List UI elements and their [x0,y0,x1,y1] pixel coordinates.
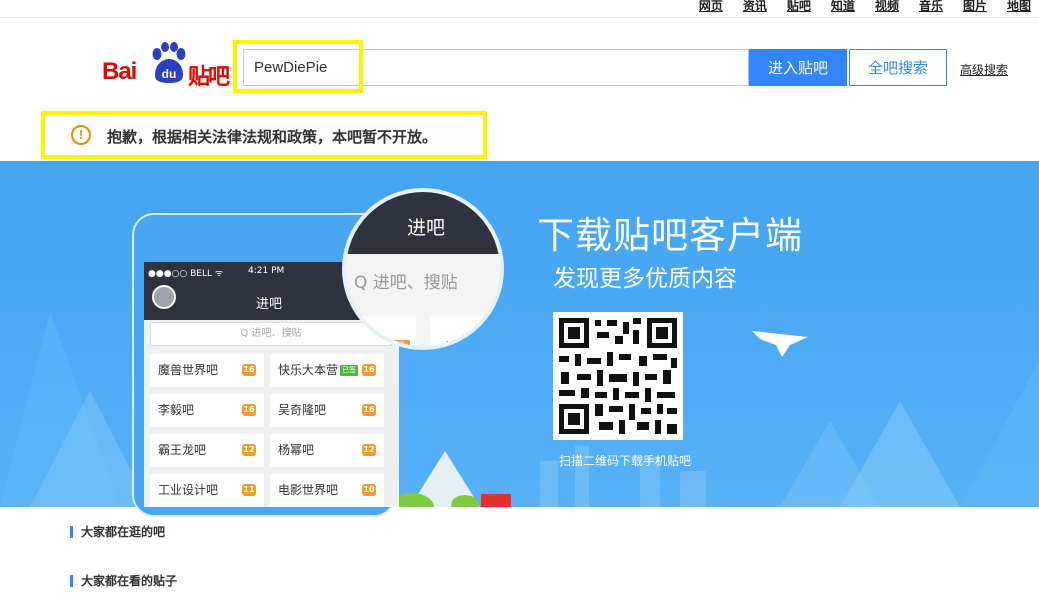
nav-video[interactable]: 视频 [875,0,899,16]
logo-bai-text: Bai [102,58,137,85]
search-all-button[interactable]: 全吧搜索 [849,49,947,86]
zoom-search-text: Q 进吧、搜贴 [354,273,458,293]
phone-forum-item: 霸王龙吧 12 [150,434,264,467]
section-popular-forums: 大家都在逛的吧 [70,526,165,538]
logo-tieba-text: 贴吧 [188,65,230,90]
qr-caption: 扫描二维码下载手机贴吧 [559,454,692,468]
nav-news[interactable]: 资讯 [743,0,767,16]
phone-forum-item: 工业设计吧 11 [150,474,264,507]
paw-icon: du [152,42,186,83]
notice-message: 抱歉，根据相关法律法规和政策，本吧暂不开放。 [107,128,438,146]
advanced-search-link[interactable]: 高级搜索 [960,61,1008,78]
top-divider [0,17,1039,18]
qr-code[interactable] [553,312,683,440]
level-badge: 16 [362,404,376,416]
phone-title: 进吧 [256,297,283,312]
nav-map[interactable]: 地图 [1007,0,1031,16]
forum-name: 李毅吧 [158,403,195,417]
avatar [152,285,176,309]
level-badge: 16 [362,364,376,376]
level-badge: 12 [242,444,256,456]
nav-images[interactable]: 图片 [963,0,987,16]
phone-forum-item: 杨幂吧 12 [270,434,384,467]
level-badge: 16 [242,364,256,376]
enter-tieba-button[interactable]: 进入贴吧 [749,49,847,86]
search-highlight-box [233,40,363,93]
zoom-magnifier: 进吧 Q 进吧、搜贴 16 快 [342,188,504,350]
signed-tag: 已签 [340,365,358,376]
download-title: 下载贴吧客户端 [537,214,803,257]
phone-forum-item: 魔兽世界吧 16 [150,354,264,387]
nav-music[interactable]: 音乐 [919,0,943,16]
forum-name: 电影世界吧 [278,483,339,497]
airplane-icon [752,331,808,357]
top-nav: 网页 资讯 贴吧 知道 视频 音乐 图片 地图 [699,0,1031,16]
section-popular-posts: 大家都在看的贴子 [70,575,177,587]
forum-name: 霸王龙吧 [158,443,207,457]
phone-forum-item: 快乐大本营 已签 16 [270,354,384,387]
download-subtitle: 发现更多优质内容 [553,266,737,292]
phone-forum-item: 李毅吧 16 [150,394,264,427]
level-badge: 11 [242,484,256,496]
nav-tieba[interactable]: 贴吧 [787,0,811,16]
phone-time: 4:21 PM [248,266,285,276]
phone-forum-item: 吴奇隆吧 16 [270,394,384,427]
level-badge: 16 [242,404,256,416]
logo-du-text: du [162,67,177,81]
forum-name: 杨幂吧 [278,443,315,457]
phone-forum-item: 电影世界吧 10 [270,474,384,507]
warning-icon: ! [71,125,91,145]
forum-name: 快乐大本营 [278,363,339,377]
level-badge: 12 [362,444,376,456]
level-badge: 10 [362,484,376,496]
forum-name: 吴奇隆吧 [278,403,327,417]
nav-web[interactable]: 网页 [699,0,723,16]
zoom-card [430,316,500,346]
forum-name: 工业设计吧 [158,483,219,497]
phone-carrier: ●●●○○ BELL ᯤ [148,269,224,279]
forum-name: 魔兽世界吧 [158,363,219,377]
zoom-title: 进吧 [346,192,500,254]
baidu-tieba-logo[interactable]: Bai du 贴吧 [102,38,232,90]
nav-zhidao[interactable]: 知道 [831,0,855,16]
